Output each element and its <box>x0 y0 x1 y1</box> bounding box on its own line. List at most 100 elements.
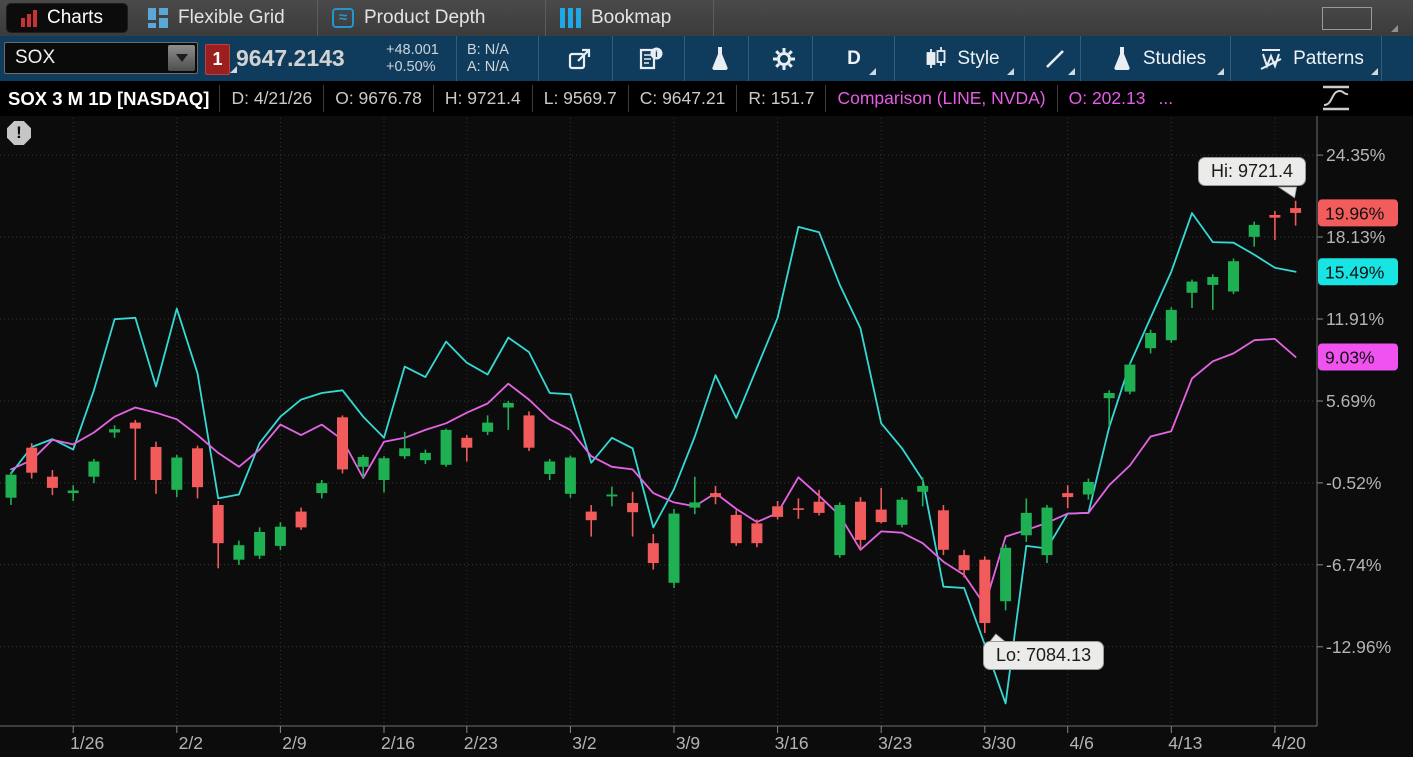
candle[interactable] <box>669 514 680 583</box>
candle[interactable] <box>1021 513 1032 535</box>
candle[interactable] <box>420 453 431 460</box>
share-icon <box>567 46 593 72</box>
tab-bar: Charts Flexible Grid ≈ Product Depth Boo… <box>0 0 1413 36</box>
candle[interactable] <box>1042 508 1053 555</box>
candle[interactable] <box>358 457 369 467</box>
candle[interactable] <box>296 512 307 528</box>
tab-product-depth[interactable]: ≈ Product Depth <box>318 0 546 36</box>
candle[interactable] <box>68 491 79 494</box>
tab-bookmap[interactable]: Bookmap <box>546 0 714 36</box>
candle[interactable] <box>689 502 700 507</box>
candle[interactable] <box>586 512 597 521</box>
candle[interactable] <box>337 417 348 469</box>
candle[interactable] <box>1228 261 1239 291</box>
candle[interactable] <box>399 448 410 456</box>
candle[interactable] <box>254 532 265 556</box>
candle[interactable] <box>1083 482 1094 495</box>
scale-toggle-icon <box>1320 84 1352 112</box>
comparison-label[interactable]: Comparison (LINE, NVDA) <box>825 85 1056 112</box>
price-badge-label: 9.03% <box>1325 348 1375 368</box>
quick-study-button[interactable] <box>698 36 742 81</box>
candle[interactable] <box>938 510 949 550</box>
symbol-dropdown-button[interactable] <box>168 45 195 71</box>
candle[interactable] <box>565 458 576 494</box>
symbol-input[interactable]: SOX <box>4 42 198 74</box>
candle[interactable] <box>171 458 182 490</box>
price-badge-label: 15.49% <box>1325 262 1384 282</box>
studies-button[interactable]: Studies <box>1088 36 1228 81</box>
candle[interactable] <box>1269 215 1280 218</box>
candle[interactable] <box>1124 365 1135 392</box>
candle[interactable] <box>1207 277 1218 285</box>
candle[interactable] <box>192 448 203 487</box>
tab-label: Product Depth <box>364 7 485 29</box>
patterns-button[interactable]: Patterns <box>1240 36 1382 81</box>
hi-annotation-bubble: Hi: 9721.4 <box>1198 157 1306 186</box>
candle[interactable] <box>151 447 162 480</box>
candle[interactable] <box>1187 282 1198 293</box>
news-button[interactable]: i <box>626 36 674 81</box>
candle[interactable] <box>233 545 244 560</box>
candle[interactable] <box>606 495 617 497</box>
candle[interactable] <box>213 505 224 543</box>
candle[interactable] <box>316 483 327 493</box>
y-axis-label: 5.69% <box>1326 391 1376 411</box>
timeframe-button[interactable]: D <box>828 36 880 81</box>
candle[interactable] <box>1000 548 1011 601</box>
candle[interactable] <box>710 493 721 497</box>
change-value: +48.001 <box>386 42 439 59</box>
candle[interactable] <box>441 430 452 465</box>
candle[interactable] <box>47 477 58 488</box>
studies-label: Studies <box>1143 48 1206 70</box>
candle[interactable] <box>959 555 970 570</box>
candle[interactable] <box>503 403 514 408</box>
candle[interactable] <box>88 462 99 477</box>
candle[interactable] <box>876 510 887 522</box>
candle[interactable] <box>275 527 286 546</box>
scale-toggle-button[interactable] <box>1320 84 1352 117</box>
candle[interactable] <box>26 448 37 473</box>
detached-window-box[interactable] <box>1322 7 1372 30</box>
draw-line-icon <box>1043 47 1067 71</box>
x-axis-label: 3/2 <box>572 733 596 753</box>
candle[interactable] <box>1290 208 1301 213</box>
alerts-badge[interactable]: 1 <box>205 44 230 75</box>
symbol-toolbar: SOX 1 9647.2143 +48.001 +0.50% B: N/A A:… <box>0 36 1413 81</box>
style-button[interactable]: Style <box>906 36 1018 81</box>
comparison-more[interactable]: ... <box>1156 88 1173 109</box>
candle[interactable] <box>855 502 866 540</box>
candle[interactable] <box>1166 310 1177 340</box>
candle[interactable] <box>627 503 638 512</box>
dropdown-corner-icon[interactable] <box>1391 25 1398 32</box>
candle[interactable] <box>751 523 762 543</box>
candle[interactable] <box>917 486 928 492</box>
candle[interactable] <box>648 543 659 563</box>
candle[interactable] <box>731 515 742 543</box>
drawings-button[interactable] <box>1032 36 1078 81</box>
candle[interactable] <box>379 458 390 480</box>
share-button[interactable] <box>556 36 604 81</box>
candle[interactable] <box>6 475 17 498</box>
candle[interactable] <box>772 506 783 517</box>
candle[interactable] <box>814 502 825 513</box>
x-axis-label: 2/2 <box>179 733 203 753</box>
candle[interactable] <box>793 508 804 510</box>
candle[interactable] <box>1062 493 1073 497</box>
candle[interactable] <box>461 438 472 448</box>
candle[interactable] <box>1249 225 1260 237</box>
candle[interactable] <box>1104 393 1115 398</box>
candle[interactable] <box>130 423 141 429</box>
settings-button[interactable] <box>760 36 808 81</box>
tab-flexible-grid[interactable]: Flexible Grid <box>134 0 318 36</box>
candle[interactable] <box>524 415 535 447</box>
candle[interactable] <box>834 505 845 555</box>
candle[interactable] <box>109 429 120 432</box>
candle[interactable] <box>482 423 493 432</box>
tab-charts[interactable]: Charts <box>6 3 128 33</box>
candle[interactable] <box>979 560 990 623</box>
candle[interactable] <box>897 500 908 525</box>
x-axis-label: 3/30 <box>982 733 1016 753</box>
candle[interactable] <box>544 462 555 475</box>
candle[interactable] <box>1145 333 1156 348</box>
x-axis-label: 1/26 <box>70 733 104 753</box>
